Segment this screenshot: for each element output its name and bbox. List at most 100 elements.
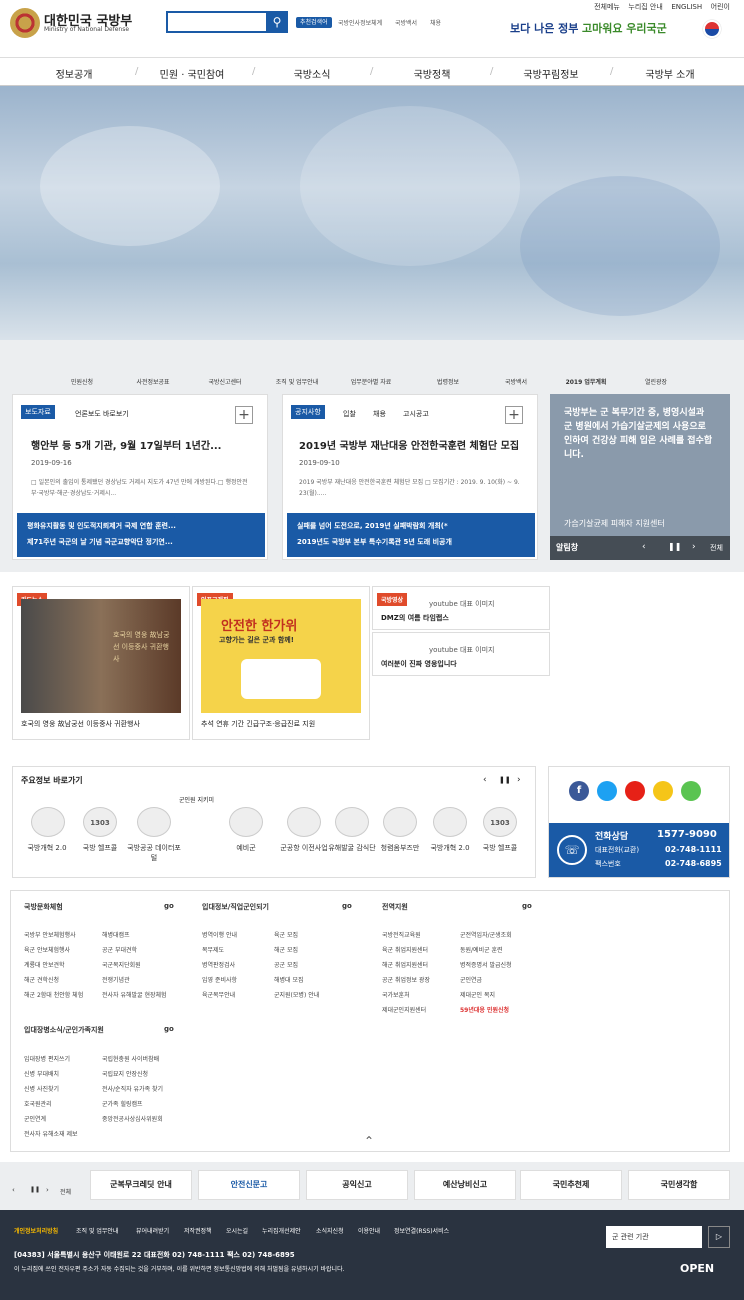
bottom-banner[interactable]: 안전신문고 (198, 1170, 300, 1200)
nav-about[interactable]: 국방부 소개 (610, 66, 730, 81)
quick-link[interactable]: 민원신청 (47, 377, 117, 386)
notice-tag[interactable]: 공지사항 (291, 405, 325, 419)
group-link[interactable]: 국방부 안보체험행사 (24, 930, 76, 939)
video-item[interactable]: 국방영상 youtube 대표 이미지 DMZ의 여름 타임랩스 (372, 586, 550, 630)
facebook-icon[interactable]: f (569, 781, 589, 801)
group-link[interactable]: 해병대캠프 (102, 930, 130, 939)
group-link[interactable]: 59년대응 민원신청 (460, 1005, 509, 1014)
quick-link[interactable]: 조직 및 업무안내 (262, 377, 332, 386)
notice-tab-recruit[interactable]: 채용 (373, 409, 386, 419)
footer-link[interactable]: 저작권정책 (184, 1226, 212, 1235)
footer-link[interactable]: 뷰어내려받기 (136, 1226, 169, 1235)
airport-icon[interactable] (287, 807, 321, 837)
group-link[interactable]: 동원/예비군 훈련 (460, 945, 503, 954)
next-icon[interactable]: › (517, 775, 521, 785)
group-link[interactable]: 해군 견학신청 (24, 975, 59, 984)
quick-link[interactable]: 국방신고센터 (190, 377, 260, 386)
slogan-thanks-army[interactable]: 고마워요 우리국군 (582, 20, 667, 36)
group-link[interactable]: 병역이행 안내 (202, 930, 237, 939)
notice-title[interactable]: 2019년 국방부 재난대응 안전한국훈련 체험단 모집 (299, 437, 529, 452)
nav-civil[interactable]: 민원 · 국민참여 (132, 66, 252, 81)
group-link[interactable]: 신병 사진찾기 (24, 1084, 59, 1093)
group-link[interactable]: 제대군인 복지 (460, 990, 495, 999)
notice-bar-item[interactable]: 2019년도 국방부 본부 특수기록관 5년 도래 비공개 (297, 537, 452, 547)
notice-more-icon[interactable]: + (505, 406, 523, 424)
reserve-icon[interactable] (229, 807, 263, 837)
footer-link[interactable]: 이용안내 (358, 1226, 380, 1235)
group-link[interactable]: 계룡대 안보견학 (24, 960, 65, 969)
notice-tab-bid[interactable]: 입찰 (343, 409, 356, 419)
defense-reform-icon[interactable] (31, 807, 65, 837)
remains-icon[interactable] (335, 807, 369, 837)
group-link[interactable]: 해군 2함대 천안함 체험 (24, 990, 83, 999)
notice-body[interactable]: 2019 국방부 재난대응 안전한국훈련 체험단 모집 □ 모집기간 : 201… (299, 477, 521, 499)
icon-label[interactable]: 국방 헬프콜 (470, 843, 530, 853)
defense-reform-icon[interactable] (433, 807, 467, 837)
group-title[interactable]: 입대장병소식/군인가족지원 (24, 1025, 104, 1035)
quick-link[interactable]: 열린광장 (621, 377, 691, 386)
bottom-next-icon[interactable]: › (46, 1186, 49, 1194)
group-link[interactable]: 공군 모집 (274, 960, 298, 969)
icon-label[interactable]: 예비군 (216, 843, 276, 853)
data-portal-icon[interactable] (137, 807, 171, 837)
press-link[interactable]: 언론보도 바로보기 (75, 409, 129, 419)
group-title[interactable]: 국방문화체험 (24, 902, 63, 912)
group-link[interactable]: 전사자 유해소재 제보 (24, 1129, 78, 1138)
infographic-image[interactable]: 안전한 한가위 고향가는 길은 군과 함께! (201, 599, 361, 713)
press-body[interactable]: □ 일본인의 출입이 통제됐던 경상남도 거제시 지도가 47년 만에 개방된다… (31, 477, 253, 499)
ombudsman-icon[interactable] (383, 807, 417, 837)
group-link[interactable]: 해병대 모집 (274, 975, 304, 984)
group-link[interactable]: 호국원관리 (24, 1099, 52, 1108)
group-link[interactable]: 육군 취업지원센터 (382, 945, 428, 954)
util-kids[interactable]: 어린이 (711, 3, 730, 11)
group-link[interactable]: 국가보훈처 (382, 990, 410, 999)
group-link[interactable]: 국립묘지 안장신청 (102, 1069, 148, 1078)
group-link[interactable]: 입대장병 편지쓰기 (24, 1054, 70, 1063)
nav-policy[interactable]: 국방정책 (372, 66, 492, 81)
go-link[interactable]: go (164, 1025, 174, 1033)
footer-link[interactable]: 오시는길 (226, 1226, 248, 1235)
group-link[interactable]: 국방전직교육원 (382, 930, 421, 939)
alert-all[interactable]: 전체 (710, 543, 723, 553)
group-link[interactable]: 전사/순직자 유가족 찾기 (102, 1084, 163, 1093)
group-link[interactable]: 군전역임자/군생조회 (460, 930, 512, 939)
nav-info-disclosure[interactable]: 정보공개 (14, 66, 134, 81)
cardnews-image[interactable]: 호국의 영웅 故남궁선 이등중사 귀환행사 (21, 599, 181, 713)
quick-link[interactable]: 국방백서 (481, 377, 551, 386)
nav-news[interactable]: 국방소식 (252, 66, 372, 81)
nav-info[interactable]: 국방꾸림정보 (491, 66, 611, 81)
youtube-icon[interactable] (625, 781, 645, 801)
group-link[interactable]: 해군 취업지원센터 (382, 960, 428, 969)
notice-bar-item[interactable]: 실패를 넘어 도전으로, 2019년 실패박람회 개최(* (297, 521, 448, 531)
main-banner[interactable] (0, 86, 744, 340)
search-icon[interactable]: ⚲ (266, 11, 288, 33)
go-link[interactable]: go (522, 902, 532, 910)
group-link[interactable]: 병역판정검사 (202, 960, 235, 969)
footer-link[interactable]: 조직 및 업무안내 (76, 1226, 118, 1235)
prev-icon[interactable]: ‹ (642, 542, 646, 552)
icon-label[interactable]: 국방개혁 2.0 (17, 843, 77, 853)
bottom-banner[interactable]: 국민추천제 (520, 1170, 622, 1200)
bottom-banner[interactable]: 군복무크레딧 안내 (90, 1170, 192, 1200)
group-link[interactable]: 육군 안보체험행사 (24, 945, 70, 954)
group-link[interactable]: 육군 모집 (274, 930, 298, 939)
group-link[interactable]: 중앙전공사상심사위원회 (102, 1114, 163, 1123)
call-center[interactable]: ☏ 전화상담 1577-9090 대표전화(교환) 02-748-1111 팩스… (549, 823, 729, 877)
footer-link[interactable]: 개인정보처리방침 (14, 1226, 58, 1235)
collapse-up-icon[interactable]: ⌃ (364, 1134, 374, 1148)
bottom-prev-icon[interactable]: ‹ (12, 1186, 15, 1194)
quick-link[interactable]: 법령정보 (413, 377, 483, 386)
group-link[interactable]: 국군복지단회원 (102, 960, 141, 969)
related-agency-select[interactable]: 군 관련 기관 (606, 1226, 702, 1248)
group-link[interactable]: 군지원(모병) 안내 (274, 990, 319, 999)
group-link[interactable]: 신병 부대배치 (24, 1069, 59, 1078)
bottom-banner[interactable]: 예산낭비신고 (414, 1170, 516, 1200)
group-link[interactable]: 공군 부대견학 (102, 945, 137, 954)
footer-link[interactable]: 누리집개선제안 (262, 1226, 301, 1235)
go-link[interactable]: go (342, 902, 352, 910)
icon-label[interactable]: 국방 헬프콜 (70, 843, 130, 853)
alert-panel[interactable]: 국방부는 군 복무기간 중, 병영시설과 군 병원에서 가습기살균제의 사용으로… (550, 394, 730, 560)
group-link[interactable]: 전사자 유해발굴 현장체험 (102, 990, 167, 999)
bottom-all[interactable]: 전체 (60, 1187, 71, 1196)
util-all-menu[interactable]: 전체메뉴 (594, 3, 620, 11)
